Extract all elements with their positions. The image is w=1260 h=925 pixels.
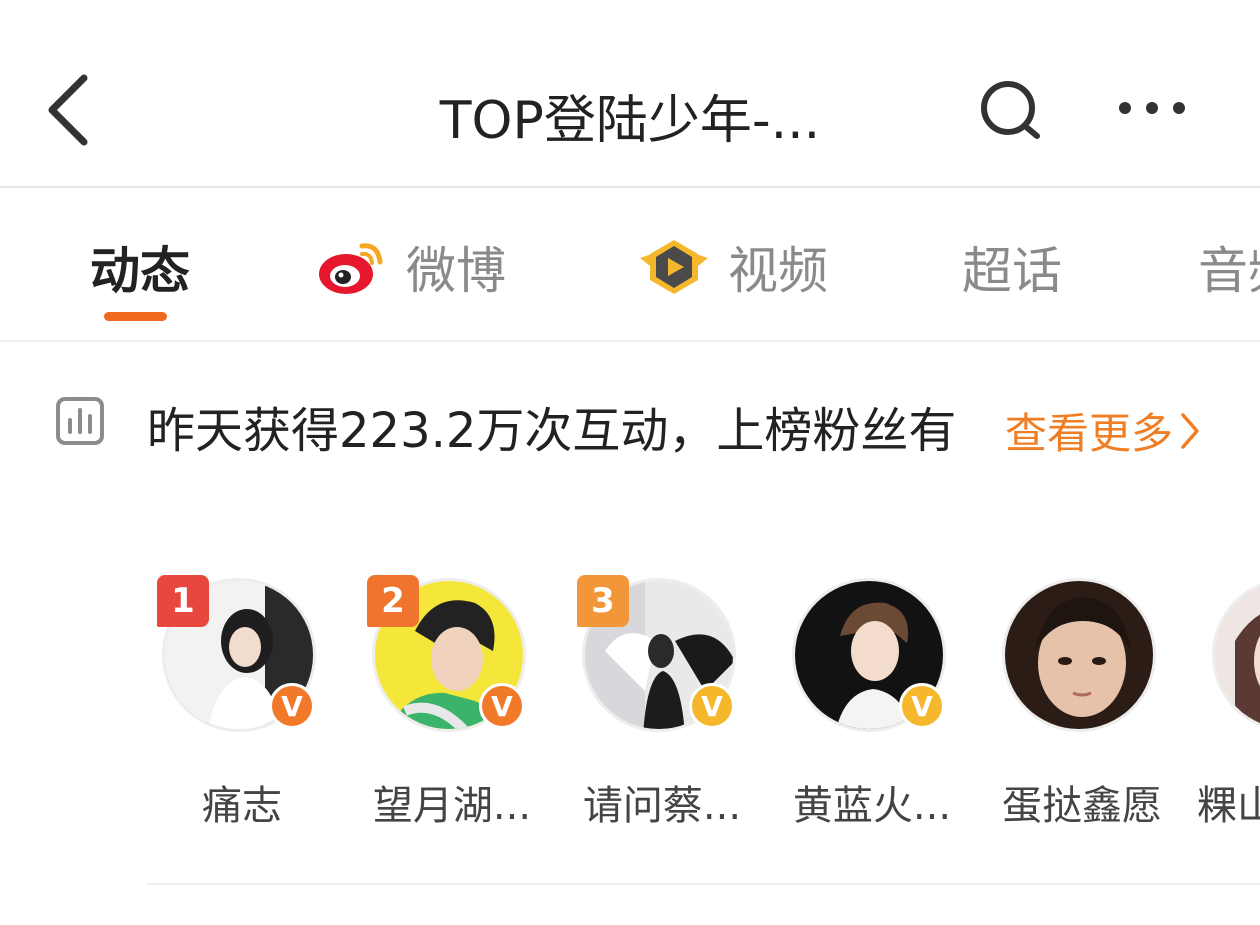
fan-name: 黄蓝火... <box>792 783 952 829</box>
page-title: TOP登陆少年-... <box>439 91 821 151</box>
rank-badge: 1 <box>157 575 209 627</box>
tab-label: 视频 <box>728 242 828 300</box>
fan-item[interactable]: 1 V 痛志 <box>147 575 337 835</box>
rank-badge: 2 <box>367 575 419 627</box>
fan-name: 望月湖... <box>372 783 532 829</box>
video-play-icon <box>640 240 708 294</box>
section-divider <box>147 883 1260 885</box>
fan-name: 粿山 <box>1197 783 1260 829</box>
more-button[interactable] <box>1115 88 1190 128</box>
rank-badge: 3 <box>577 575 629 627</box>
fan-item[interactable]: 2 V 望月湖... <box>357 575 547 835</box>
tab-label: 微博 <box>406 242 506 300</box>
fan-item[interactable]: V 黄蓝火... <box>777 575 967 835</box>
avatar <box>1002 578 1156 732</box>
fan-item[interactable]: 蛋挞鑫愿 <box>987 575 1177 835</box>
bar-chart-icon <box>55 396 105 446</box>
fan-item[interactable]: 3 V 请问蔡... <box>567 575 757 835</box>
tab-dynamic[interactable]: 动态 <box>90 232 190 302</box>
chevron-right-icon <box>1181 412 1199 449</box>
search-icon <box>981 81 1040 139</box>
see-more-label: 查看更多 <box>1005 409 1174 458</box>
tab-video[interactable]: 视频 <box>636 232 828 302</box>
top-fans-list: 1 V 痛志 2 V 望月湖... 3 V 请问蔡... V 黄蓝火... 蛋挞… <box>147 575 1260 845</box>
active-tab-indicator <box>104 312 167 321</box>
verified-icon: V <box>899 683 945 729</box>
search-button[interactable] <box>975 76 1045 146</box>
tab-audio[interactable]: 音频 <box>1198 232 1260 302</box>
tab-bar: 动态 微博 视频 超话 音频 <box>0 188 1260 342</box>
more-horizontal-icon <box>1119 102 1185 114</box>
verified-icon: V <box>479 683 525 729</box>
fan-name: 蛋挞鑫愿 <box>1002 783 1162 829</box>
top-nav-bar: TOP登陆少年-... <box>0 0 1260 188</box>
avatar <box>1212 578 1260 732</box>
weibo-icon <box>319 243 383 294</box>
see-more-link[interactable]: 查看更多 <box>1005 400 1201 461</box>
fan-item[interactable]: 粿山 <box>1197 575 1260 835</box>
tab-weibo[interactable]: 微博 <box>318 232 506 302</box>
interaction-summary: 昨天获得223.2万次互动，上榜粉丝有 <box>147 403 957 459</box>
verified-icon: V <box>689 683 735 729</box>
tab-label: 音频 <box>1198 242 1260 300</box>
tab-label: 动态 <box>90 242 190 300</box>
fan-name: 痛志 <box>202 783 282 829</box>
verified-icon: V <box>269 683 315 729</box>
tab-super-topic[interactable]: 超话 <box>962 232 1062 302</box>
fan-name: 请问蔡... <box>582 783 742 829</box>
tab-label: 超话 <box>962 242 1062 300</box>
